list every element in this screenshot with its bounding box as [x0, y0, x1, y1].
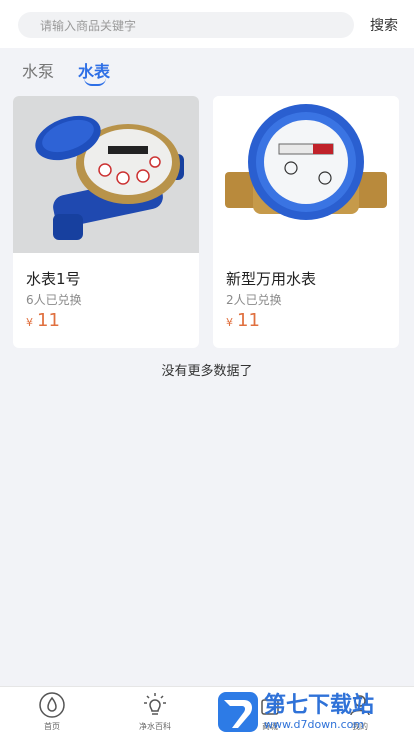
product-price: ¥ 11 — [26, 310, 60, 331]
water-meter-image — [213, 96, 399, 253]
active-tab-indicator — [84, 78, 106, 86]
product-card[interactable]: 新型万用水表 2人已兑换 ¥ 11 — [213, 96, 399, 348]
search-button[interactable]: 搜索 — [370, 15, 398, 35]
tabbar-item-home[interactable]: 首页 — [17, 691, 87, 735]
water-drop-icon — [39, 692, 65, 718]
tab-water-pump[interactable]: 水泵 — [22, 58, 54, 82]
category-tabs: 水泵 水表 — [0, 48, 414, 88]
product-card[interactable]: 水表1号 6人已兑换 ¥ 11 — [13, 96, 199, 348]
d7-logo-icon — [224, 700, 252, 728]
tabbar-label: 首页 — [44, 722, 60, 731]
list-end-text: 没有更多数据了 — [161, 364, 253, 379]
watermark-text: 第七下载站 www.d7down.com — [264, 692, 375, 731]
product-title: 水表1号 — [26, 270, 81, 288]
price-value: 11 — [37, 310, 60, 331]
lightbulb-icon — [144, 693, 166, 715]
site-watermark: 第七下载站 www.d7down.com — [218, 688, 414, 736]
redeemed-count: 6人已兑换 — [26, 293, 82, 307]
search-input[interactable]: 请输入商品关键字 — [18, 12, 354, 38]
header: 请输入商品关键字 搜索 — [0, 0, 414, 48]
watermark-url: www.d7down.com — [264, 717, 365, 731]
currency-symbol: ¥ — [26, 316, 33, 329]
product-price: ¥ 11 — [226, 310, 260, 331]
watermark-title: 第七下载站 — [264, 692, 375, 718]
price-value: 11 — [237, 310, 260, 331]
watermark-logo — [218, 692, 258, 732]
water-meter-image — [13, 96, 199, 253]
tabbar-label: 净水百科 — [139, 722, 171, 731]
search-placeholder: 请输入商品关键字 — [40, 18, 137, 33]
tabbar-item-encyclopedia[interactable]: 净水百科 — [120, 691, 190, 735]
currency-symbol: ¥ — [226, 316, 233, 329]
redeemed-count: 2人已兑换 — [226, 293, 282, 307]
product-title: 新型万用水表 — [226, 270, 317, 288]
